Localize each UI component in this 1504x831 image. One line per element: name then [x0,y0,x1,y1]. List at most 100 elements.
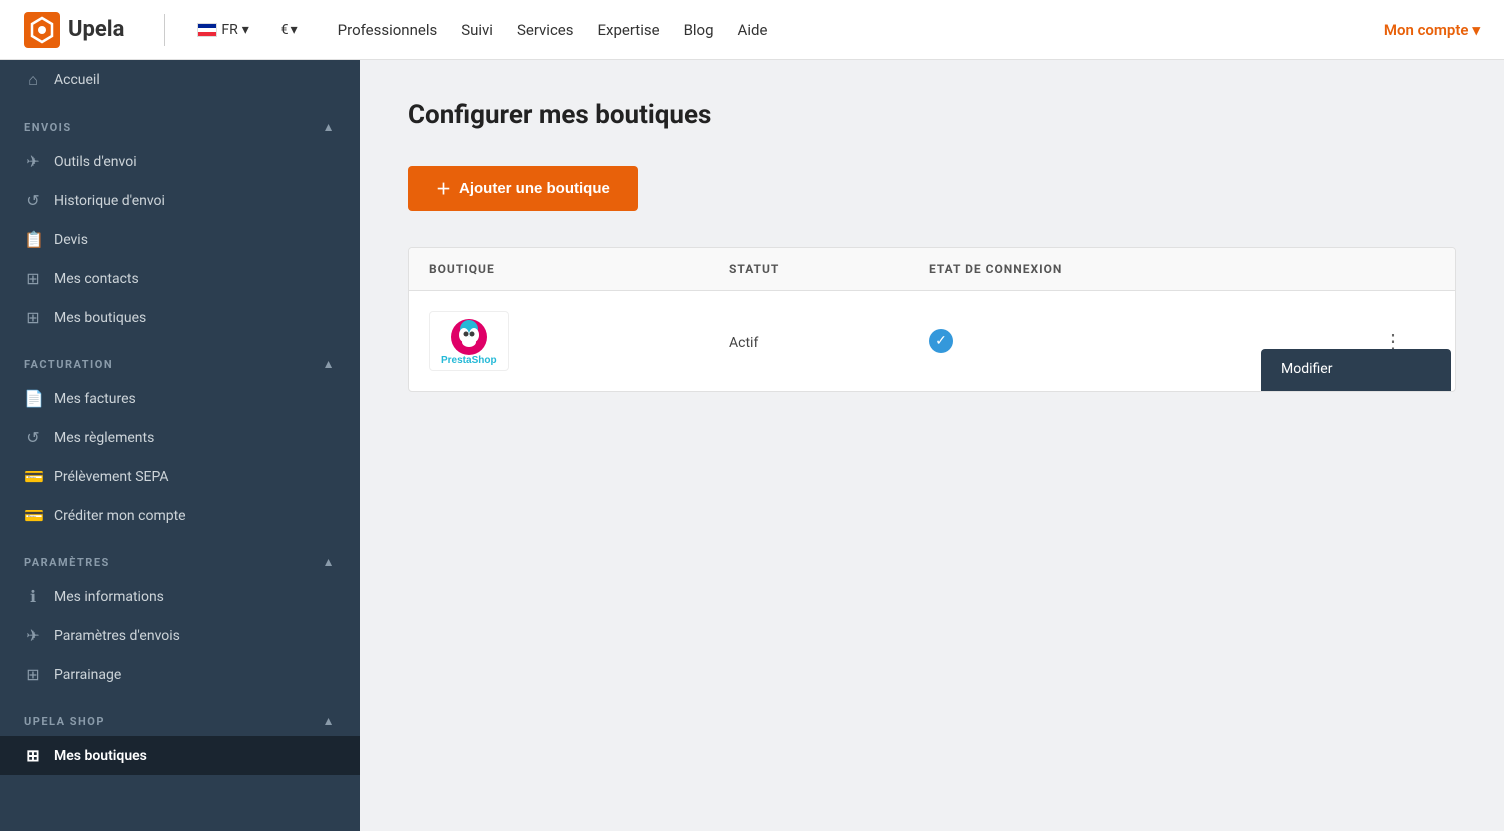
parametres-label: PARAMÈTRES [24,556,110,569]
actions-cell: ⋮ Modifier Relancer la connexion Supprim… [1375,325,1435,358]
sidebar-accueil-label: Accueil [54,72,100,88]
upela-shop-chevron[interactable]: ▲ [323,714,336,728]
nav-links: Professionnels Suivi Services Expertise … [338,21,768,39]
parametres-chevron[interactable]: ▲ [323,555,336,569]
history-icon: ↺ [24,191,42,210]
mon-compte-menu[interactable]: Mon compte ▾ [1384,21,1480,39]
prestashop-logo-container: PrestaShop [429,311,509,371]
shop-active-icon: ⊞ [24,746,42,765]
sidebar-item-parametres-envois[interactable]: ✈ Paramètres d'envois [0,616,360,655]
lang-label: FR [221,22,237,38]
currency-label: € [281,22,289,38]
page-title: Configurer mes boutiques [408,100,1456,130]
prestashop-logo: PrestaShop [433,315,505,367]
col-etat-connexion: ETAT DE CONNEXION [929,262,1375,276]
sidebar-item-prelevement-sepa[interactable]: 💳 Prélèvement SEPA [0,457,360,496]
info-icon: ℹ [24,587,42,606]
col-boutique: BOUTIQUE [429,262,729,276]
language-selector[interactable]: FR ▾ [197,22,248,38]
table-header: BOUTIQUE STATUT ETAT DE CONNEXION [409,248,1455,291]
mes-boutiques-active-label: Mes boutiques [54,748,147,764]
mes-contacts-label: Mes contacts [54,271,139,287]
mes-informations-label: Mes informations [54,589,164,605]
send-icon: ✈ [24,152,42,171]
actions-dropdown: Modifier Relancer la connexion Supprimer [1261,349,1451,393]
sidebar-section-parametres: PARAMÈTRES ▲ [0,535,360,577]
col-statut: STATUT [729,262,929,276]
mes-factures-label: Mes factures [54,391,136,407]
sidebar-item-historique-envoi[interactable]: ↺ Historique d'envoi [0,181,360,220]
nav-blog[interactable]: Blog [684,21,714,39]
mon-compte-label: Mon compte [1384,21,1469,39]
upela-shop-label: UPELA SHOP [24,715,105,728]
mon-compte-chevron: ▾ [1472,21,1480,39]
top-navigation: Upela FR ▾ € ▾ Professionnels Suivi Serv… [0,0,1504,60]
facturation-chevron[interactable]: ▲ [323,357,336,371]
nav-expertise[interactable]: Expertise [598,21,660,39]
add-boutique-label: Ajouter une boutique [459,180,610,197]
document-icon: 📋 [24,230,42,249]
sidebar-item-mes-reglements[interactable]: ↺ Mes règlements [0,418,360,457]
parrainage-label: Parrainage [54,667,121,683]
devis-label: Devis [54,232,88,248]
shop-icon-envois: ⊞ [24,308,42,327]
credit-icon: 💳 [24,506,42,525]
sidebar-section-envois: ENVOIS ▲ [0,100,360,142]
sidebar-item-devis[interactable]: 📋 Devis [0,220,360,259]
nav-services[interactable]: Services [517,21,574,39]
sepa-icon: 💳 [24,467,42,486]
nav-aide[interactable]: Aide [738,21,768,39]
add-boutique-button[interactable]: ＋ Ajouter une boutique [408,166,638,211]
logo-area[interactable]: Upela [24,12,124,48]
sidebar-item-mes-boutiques-envois[interactable]: ⊞ Mes boutiques [0,298,360,337]
home-icon: ⌂ [24,70,42,90]
parrainage-icon: ⊞ [24,665,42,684]
prelevement-sepa-label: Prélèvement SEPA [54,469,169,485]
mes-boutiques-envois-label: Mes boutiques [54,310,146,326]
app-body: ⌂ Accueil ENVOIS ▲ ✈ Outils d'envoi ↺ Hi… [0,60,1504,831]
statut-cell: Actif [729,332,929,351]
svg-text:PrestaShop: PrestaShop [441,355,497,366]
currency-selector[interactable]: € ▾ [281,22,298,38]
sidebar: ⌂ Accueil ENVOIS ▲ ✈ Outils d'envoi ↺ Hi… [0,60,360,831]
sidebar-item-mes-informations[interactable]: ℹ Mes informations [0,577,360,616]
sidebar-item-parrainage[interactable]: ⊞ Parrainage [0,655,360,694]
boutique-cell: PrestaShop [429,311,729,371]
upela-logo-icon [24,12,60,48]
contacts-icon: ⊞ [24,269,42,288]
facturation-label: FACTURATION [24,358,113,371]
invoice-icon: 📄 [24,389,42,408]
sidebar-item-outils-envoi[interactable]: ✈ Outils d'envoi [0,142,360,181]
nav-divider [164,14,165,46]
logo-text: Upela [68,17,124,42]
settings-send-icon: ✈ [24,626,42,645]
mes-reglements-label: Mes règlements [54,430,154,446]
envois-label: ENVOIS [24,121,72,134]
parametres-envois-label: Paramètres d'envois [54,628,180,644]
sidebar-item-mes-factures[interactable]: 📄 Mes factures [0,379,360,418]
sidebar-item-crediter-compte[interactable]: 💳 Créditer mon compte [0,496,360,535]
sidebar-section-facturation: FACTURATION ▲ [0,337,360,379]
crediter-compte-label: Créditer mon compte [54,508,186,524]
table-row: PrestaShop Actif ✓ ⋮ Modifier [409,291,1455,391]
dropdown-relancer[interactable]: Relancer la connexion [1261,389,1451,393]
nav-suivi[interactable]: Suivi [461,21,493,39]
nav-professionnels[interactable]: Professionnels [338,21,438,39]
status-text: Actif [729,335,758,351]
main-content: Configurer mes boutiques ＋ Ajouter une b… [360,60,1504,831]
currency-chevron: ▾ [291,22,298,38]
sidebar-item-mes-contacts[interactable]: ⊞ Mes contacts [0,259,360,298]
envois-chevron[interactable]: ▲ [323,120,336,134]
dropdown-modifier[interactable]: Modifier [1261,349,1451,389]
flag-icon [197,23,217,37]
lang-chevron: ▾ [242,22,249,38]
historique-envoi-label: Historique d'envoi [54,193,165,209]
connected-check-icon: ✓ [929,329,953,353]
add-icon: ＋ [436,178,451,199]
sidebar-item-accueil[interactable]: ⌂ Accueil [0,60,360,100]
sidebar-section-upela-shop: UPELA SHOP ▲ [0,694,360,736]
payment-icon: ↺ [24,428,42,447]
outils-envoi-label: Outils d'envoi [54,154,137,170]
sidebar-item-mes-boutiques-active[interactable]: ⊞ Mes boutiques [0,736,360,775]
col-actions [1375,262,1435,276]
